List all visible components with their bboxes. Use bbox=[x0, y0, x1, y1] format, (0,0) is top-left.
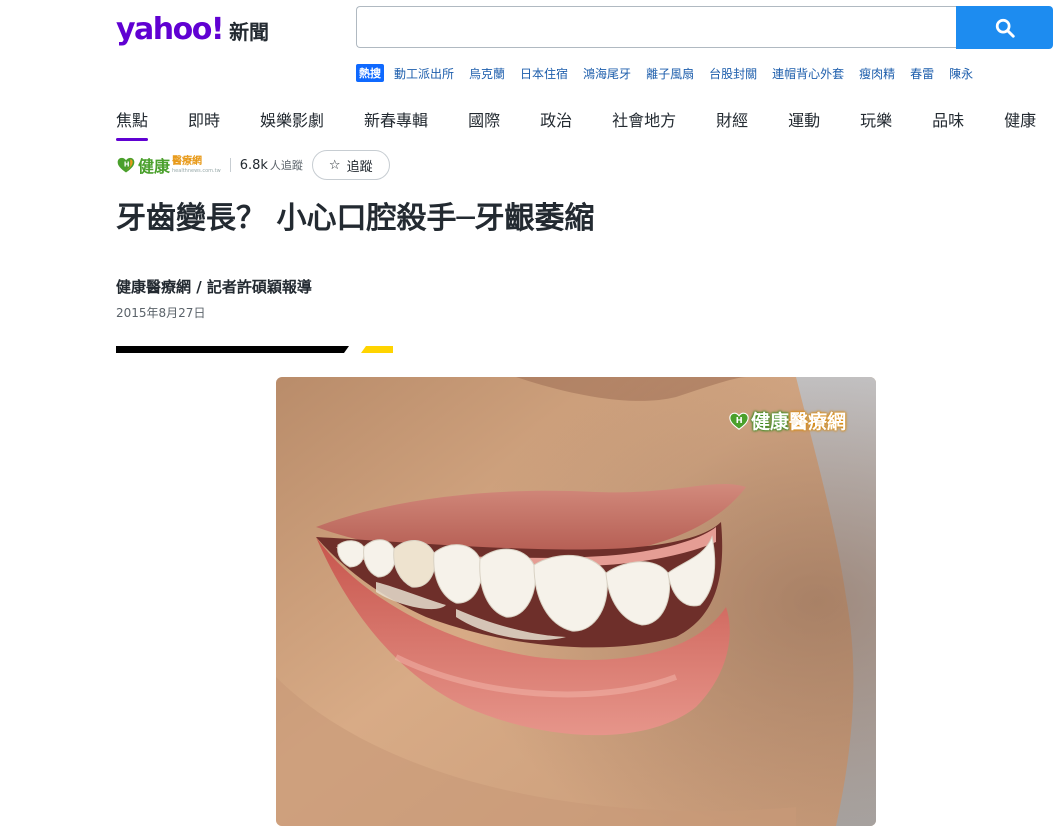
nav-tab-society[interactable]: 社會地方 bbox=[612, 107, 676, 141]
section-divider-black bbox=[116, 346, 349, 353]
hot-search-link[interactable]: 鴻海尾牙 bbox=[583, 65, 631, 82]
heart-h-icon: H bbox=[729, 412, 749, 430]
hot-search-link[interactable]: 烏克蘭 bbox=[469, 65, 505, 82]
follow-button-label: 追蹤 bbox=[346, 159, 373, 175]
nav-tab-realtime[interactable]: 即時 bbox=[188, 107, 220, 141]
svg-text:H: H bbox=[124, 160, 130, 168]
search-input[interactable] bbox=[356, 6, 956, 48]
follower-count: 6.8k bbox=[239, 157, 268, 173]
watermark-text-part1: 健康 bbox=[750, 411, 789, 433]
logo-section-text: 新聞 bbox=[229, 20, 270, 44]
source-name-sub-block: 醫療網 healthnews.com.tw bbox=[172, 155, 221, 174]
watermark-text-part2: 醫療網 bbox=[788, 411, 846, 433]
hot-search-link[interactable]: 離子風扇 bbox=[646, 65, 694, 82]
hot-search-link[interactable]: 日本住宿 bbox=[520, 65, 568, 82]
hot-search-link[interactable]: 陳永 bbox=[949, 65, 973, 82]
hot-search-link[interactable]: 瘦肉精 bbox=[859, 65, 895, 82]
nav-tab-finance[interactable]: 財經 bbox=[716, 107, 748, 141]
section-divider-yellow bbox=[361, 346, 393, 353]
article-date: 2015年8月27日 bbox=[116, 306, 206, 320]
nav-tab-international[interactable]: 國際 bbox=[468, 107, 500, 141]
article-byline: 健康醫療網 / 記者許碩穎報導 bbox=[116, 278, 312, 296]
source-logo[interactable]: H 健康 醫療網 healthnews.com.tw bbox=[116, 153, 221, 177]
heart-h-icon: H bbox=[117, 157, 135, 173]
follower-label: 人追蹤 bbox=[269, 159, 303, 172]
source-name: 健康 bbox=[138, 157, 171, 176]
source-divider bbox=[229, 158, 231, 172]
hot-search-link[interactable]: 連帽背心外套 bbox=[772, 65, 844, 82]
svg-text:H: H bbox=[736, 414, 743, 424]
category-nav: 焦點 即時 娛樂影劇 新春專輯 國際 政治 社會地方 財經 運動 玩樂 品味 健… bbox=[116, 107, 1055, 141]
article-source-row: H 健康 醫療網 healthnews.com.tw 6.8k 人追蹤 ☆ 追蹤 bbox=[116, 149, 390, 181]
hot-search-badge: 熱搜 bbox=[356, 64, 384, 82]
nav-tab-travel[interactable]: 玩樂 bbox=[860, 107, 892, 141]
hot-search-link[interactable]: 春雷 bbox=[910, 65, 934, 82]
article-image[interactable]: H 健康 醫療網 bbox=[276, 377, 876, 826]
search-icon bbox=[995, 18, 1015, 38]
smile-photo-illustration bbox=[276, 377, 876, 826]
source-url-text: healthnews.com.tw bbox=[172, 167, 221, 174]
hot-search-link[interactable]: 動工派出所 bbox=[394, 65, 454, 82]
trending-searches: 熱搜 動工派出所 烏克蘭 日本住宿 鴻海尾牙 離子風扇 台股封關 連帽背心外套 … bbox=[356, 64, 988, 82]
star-icon: ☆ bbox=[328, 157, 341, 173]
image-watermark: H 健康 醫療網 bbox=[728, 407, 846, 434]
nav-tab-entertainment[interactable]: 娛樂影劇 bbox=[260, 107, 324, 141]
nav-tab-politics[interactable]: 政治 bbox=[540, 107, 572, 141]
nav-tab-focus[interactable]: 焦點 bbox=[116, 107, 149, 141]
article-title: 牙齒變長？ 小心口腔殺手─牙齦萎縮 bbox=[116, 201, 595, 236]
nav-tab-health[interactable]: 健康 bbox=[1004, 107, 1036, 141]
nav-tab-new-year[interactable]: 新春專輯 bbox=[364, 107, 428, 141]
hot-search-link[interactable]: 台股封關 bbox=[709, 65, 757, 82]
follow-button[interactable]: ☆ 追蹤 bbox=[311, 150, 390, 180]
source-name-sub: 醫療網 bbox=[172, 155, 203, 167]
nav-tab-taste[interactable]: 品味 bbox=[932, 107, 964, 141]
nav-tab-sports[interactable]: 運動 bbox=[788, 107, 820, 141]
yahoo-news-logo[interactable]: yahoo! 新聞 bbox=[116, 12, 269, 47]
search-button[interactable] bbox=[956, 6, 1053, 49]
logo-yahoo-text: yahoo! bbox=[116, 12, 225, 47]
